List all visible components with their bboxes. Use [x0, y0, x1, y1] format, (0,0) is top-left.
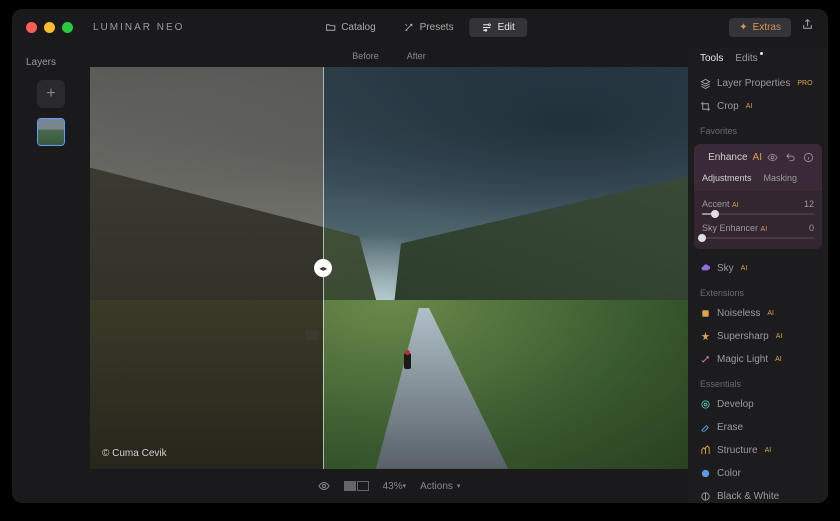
tool-sky[interactable]: SkyAI	[688, 257, 828, 280]
tool-erase[interactable]: Erase	[688, 416, 828, 439]
actions-menu[interactable]: Actions▾	[420, 481, 460, 492]
subtab-adjustments[interactable]: Adjustments	[702, 173, 752, 183]
structure-icon	[700, 445, 711, 456]
tool-layer-properties[interactable]: Layer PropertiesPRO	[688, 72, 828, 95]
layers-panel: Layers +	[12, 45, 90, 503]
cloud-icon	[700, 263, 711, 274]
view-mode-toggle[interactable]	[344, 481, 369, 491]
layers-icon	[700, 78, 711, 89]
share-icon	[801, 18, 814, 31]
edits-indicator-icon	[760, 52, 763, 55]
sparkle-icon: ✦	[739, 22, 747, 33]
edit-tab[interactable]: Edit	[470, 18, 527, 37]
add-layer-button[interactable]: +	[37, 80, 65, 108]
tool-color[interactable]: Color	[688, 462, 828, 485]
canvas-viewport[interactable]: © Cuma Cevik ◂▸	[90, 67, 688, 469]
eye-icon	[318, 480, 330, 492]
bw-icon	[700, 491, 711, 502]
catalog-tab[interactable]: Catalog	[313, 18, 387, 37]
tool-crop[interactable]: CropAI	[688, 95, 828, 118]
accent-slider[interactable]	[702, 213, 814, 215]
noiseless-icon	[700, 308, 711, 319]
tool-bw[interactable]: Black & White	[688, 485, 828, 503]
app-brand: LUMINAR NEO	[93, 22, 184, 33]
tool-magic-light[interactable]: Magic LightAI	[688, 348, 828, 371]
quick-preview-button[interactable]	[318, 480, 330, 492]
color-icon	[700, 468, 711, 479]
tab-edits[interactable]: Edits	[735, 53, 757, 64]
enhance-header[interactable]: EnhanceAI	[694, 144, 822, 171]
tool-supersharp[interactable]: SupersharpAI	[688, 325, 828, 348]
supersharp-icon	[700, 331, 711, 342]
undo-icon[interactable]	[785, 152, 796, 163]
compare-header: Before After	[90, 45, 688, 67]
section-favorites: Favorites	[688, 118, 828, 140]
extras-button[interactable]: ✦ Extras	[729, 18, 791, 37]
titlebar: LUMINAR NEO Catalog Presets Edit ✦ Extra…	[12, 9, 828, 45]
window-controls	[26, 22, 73, 33]
zoom-level[interactable]: 43% ▾	[383, 481, 407, 492]
app-window: LUMINAR NEO Catalog Presets Edit ✦ Extra…	[12, 9, 828, 503]
tool-structure[interactable]: StructureAI	[688, 439, 828, 462]
wand-icon	[404, 22, 415, 33]
sliders-icon	[482, 22, 493, 33]
zoom-icon[interactable]	[62, 22, 73, 33]
crop-icon	[700, 101, 711, 112]
accent-value: 12	[804, 199, 814, 209]
folder-icon	[325, 22, 336, 33]
layers-title: Layers	[26, 51, 56, 74]
before-label: Before	[352, 51, 379, 61]
after-label: After	[407, 51, 426, 61]
presets-tab[interactable]: Presets	[392, 18, 466, 37]
compare-slider-handle[interactable]: ◂▸	[314, 259, 332, 277]
sky-enhancer-slider[interactable]	[702, 237, 814, 239]
tool-noiseless[interactable]: NoiselessAI	[688, 302, 828, 325]
tool-enhance: EnhanceAI Adjustments Masking	[694, 144, 822, 191]
top-nav: Catalog Presets Edit	[313, 18, 527, 37]
visibility-icon[interactable]	[767, 152, 778, 163]
share-button[interactable]	[801, 18, 814, 36]
info-icon[interactable]	[803, 152, 814, 163]
subtab-masking[interactable]: Masking	[764, 173, 798, 183]
enhance-icon	[702, 157, 703, 158]
sky-enhancer-value: 0	[809, 223, 814, 233]
layer-thumbnail[interactable]	[37, 118, 65, 146]
section-essentials: Essentials	[688, 371, 828, 393]
develop-icon	[700, 399, 711, 410]
close-icon[interactable]	[26, 22, 37, 33]
image-credit: © Cuma Cevik	[102, 448, 167, 459]
canvas-footer: 43% ▾ Actions▾	[90, 469, 688, 503]
enhance-sliders: Accent AI12 Sky Enhancer AI0	[694, 191, 822, 249]
tab-tools[interactable]: Tools	[700, 53, 723, 64]
tool-develop[interactable]: Develop	[688, 393, 828, 416]
erase-icon	[700, 422, 711, 433]
tools-panel: Tools Edits Layer PropertiesPRO CropAI F…	[688, 45, 828, 503]
section-extensions: Extensions	[688, 280, 828, 302]
magic-light-icon	[700, 354, 711, 365]
minimize-icon[interactable]	[44, 22, 55, 33]
